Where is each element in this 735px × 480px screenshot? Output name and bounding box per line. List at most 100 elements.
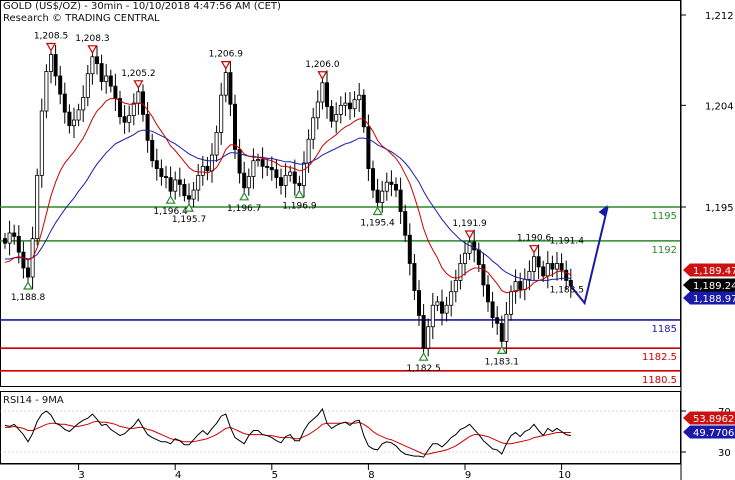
- level-label: 1185: [652, 324, 677, 335]
- rsi-tick-label: 30: [718, 448, 731, 459]
- rsi-badge-label: 53.8962: [693, 414, 734, 425]
- chart-source: Research © TRADING CENTRAL: [3, 13, 160, 24]
- candle-body: [173, 179, 178, 192]
- candle-body: [527, 270, 532, 280]
- price-badge-label: 1,189.47: [693, 266, 735, 277]
- candle-body: [481, 264, 486, 286]
- candle-body: [536, 256, 541, 268]
- rsi-panel-frame: [0, 391, 681, 464]
- candle-body: [44, 71, 49, 112]
- candle-body: [140, 91, 145, 115]
- swing-low-label: 1,195.4: [360, 218, 395, 228]
- candle-body: [122, 116, 127, 123]
- candle-body: [352, 99, 357, 110]
- rsi-badge-label: 49.7706: [693, 428, 734, 439]
- candle-body: [407, 234, 412, 264]
- candle-body: [495, 317, 500, 324]
- level-label: 1195: [652, 211, 677, 222]
- candle-body: [131, 102, 136, 116]
- swing-high-marker: [87, 45, 98, 54]
- candle-body: [462, 252, 467, 264]
- candle-body: [338, 104, 343, 115]
- level-value-label: 1,188.5: [550, 285, 584, 295]
- candle-body: [532, 256, 537, 272]
- candle-body: [297, 182, 302, 186]
- rsi-line: [4, 407, 571, 458]
- price-badge-label: 1,188.97: [693, 294, 735, 305]
- gold-chart: 1195 1192 1185 1182.5 1180.5 1,208.5 1,208.3 1…: [0, 0, 735, 480]
- candle-body: [412, 263, 417, 291]
- candle-body: [288, 171, 293, 176]
- candle-body: [269, 167, 274, 171]
- candle-body: [545, 263, 550, 277]
- candle-body: [260, 159, 265, 167]
- candle-body: [90, 56, 95, 75]
- price-tick-label: 1,195: [705, 203, 734, 214]
- candle-body: [223, 72, 228, 96]
- candle-body: [127, 115, 132, 123]
- candle-body: [416, 290, 421, 316]
- swing-high-label: 1,208.3: [75, 34, 109, 44]
- candle-body: [72, 119, 77, 127]
- candle-body: [403, 211, 408, 236]
- swing-high-label: 1,205.2: [121, 69, 155, 79]
- swing-low-label: 1,196.9: [282, 202, 317, 212]
- candle-body: [214, 132, 219, 156]
- candle-body: [205, 165, 210, 172]
- time-tick-label: 9: [465, 470, 471, 480]
- candle-body: [444, 304, 449, 314]
- candle-body: [555, 263, 560, 270]
- candle-body: [301, 162, 306, 186]
- candle-body: [508, 291, 513, 315]
- candle-body: [384, 181, 389, 192]
- time-tick-label: 4: [175, 470, 181, 480]
- candle-body: [228, 72, 233, 105]
- candle-body: [265, 165, 270, 168]
- level-value-label: 1,191.4: [550, 237, 585, 247]
- swing-low-marker: [418, 351, 429, 361]
- swing-high-marker: [133, 80, 144, 90]
- candle-body: [361, 94, 366, 128]
- candle-body: [85, 73, 90, 98]
- price-tick-label: 1,212: [705, 11, 734, 22]
- candle-body: [159, 168, 164, 177]
- candle-body: [35, 174, 40, 240]
- candle-body: [334, 113, 339, 122]
- candle-body: [324, 82, 329, 107]
- candle-body: [550, 263, 555, 270]
- time-tick-label: 5: [272, 470, 278, 480]
- candle-body: [306, 138, 311, 164]
- candle-body: [219, 94, 224, 133]
- candle-body: [421, 315, 426, 349]
- candle-body: [430, 304, 435, 328]
- swing-low-label: 1,196.7: [227, 204, 261, 214]
- candle-body: [3, 238, 8, 244]
- candle-body: [177, 179, 182, 185]
- candle-body: [504, 313, 509, 342]
- candle-body: [154, 160, 159, 170]
- candle-body: [246, 176, 251, 189]
- candle-body: [242, 172, 247, 189]
- candle-body: [292, 171, 297, 184]
- swing-high-label: 1,206.9: [209, 50, 244, 60]
- candle-body: [237, 148, 242, 174]
- swing-low-label: 1,182.5: [406, 364, 440, 374]
- candle-body: [435, 301, 440, 306]
- candle-body: [255, 159, 260, 162]
- level-label: 1182.5: [642, 352, 677, 363]
- swing-high-label: 1,190.6: [517, 234, 552, 244]
- swing-low-label: 1,183.1: [485, 357, 519, 367]
- candle-body: [357, 94, 362, 101]
- candle-body: [163, 176, 168, 179]
- candle-body: [39, 110, 44, 176]
- candle-body: [251, 160, 256, 177]
- swing-high-marker: [464, 230, 475, 240]
- swing-high-label: 1,191.9: [452, 219, 487, 229]
- candle-body: [81, 97, 86, 111]
- swing-low-marker: [372, 206, 383, 216]
- price-badge-label: 1,189.24: [693, 281, 735, 292]
- candle-body: [370, 168, 375, 191]
- candle-body: [453, 280, 458, 293]
- candle-body: [150, 139, 155, 162]
- swing-low-marker: [239, 191, 250, 201]
